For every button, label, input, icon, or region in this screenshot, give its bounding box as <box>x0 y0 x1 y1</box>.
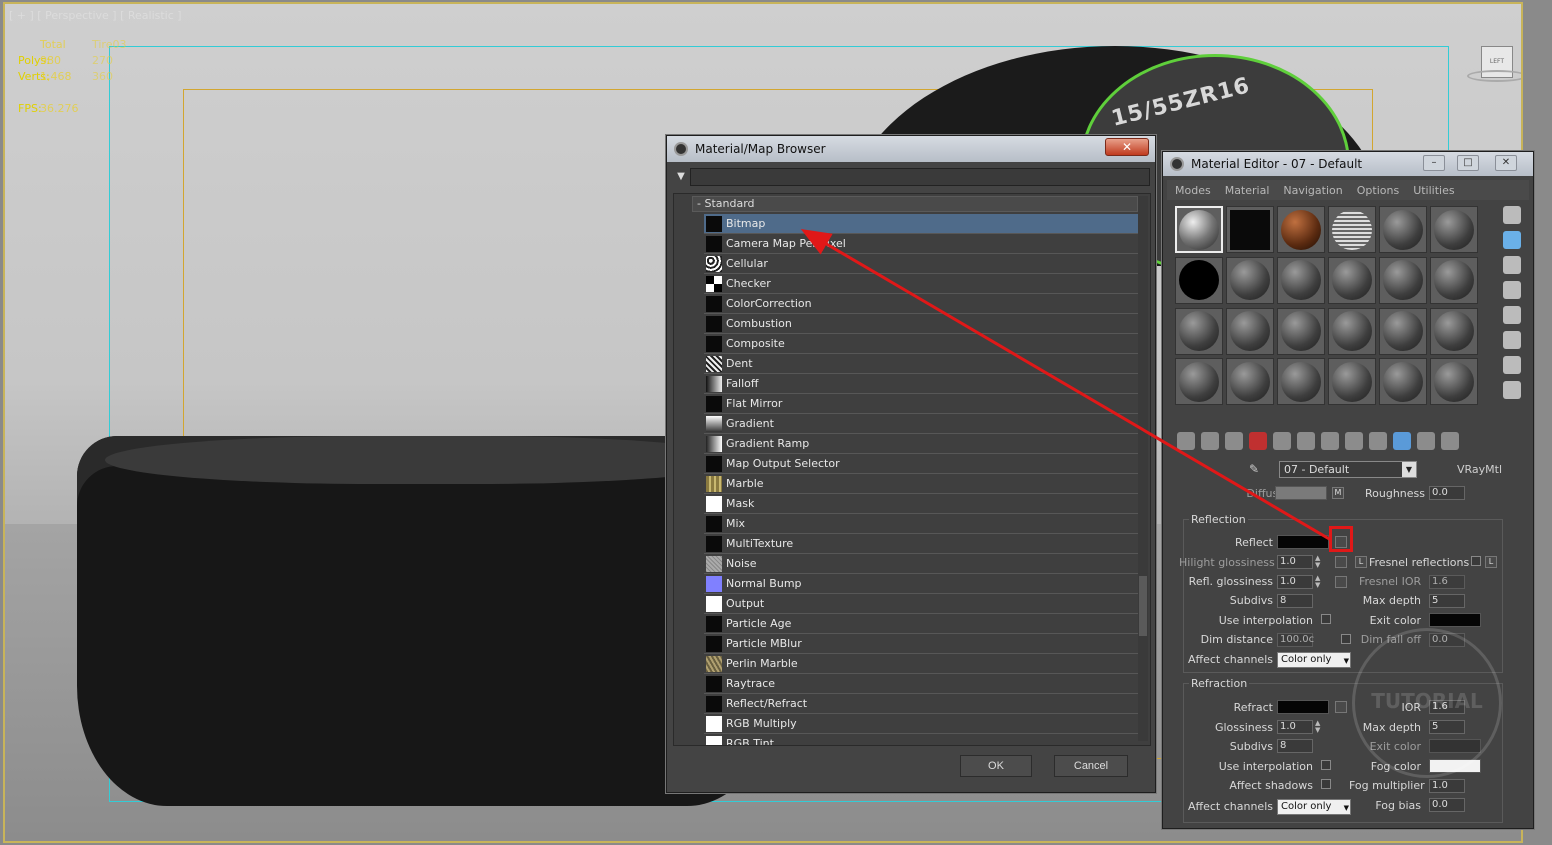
arrow-line <box>800 228 1332 542</box>
annotation-arrow <box>800 228 1332 542</box>
screen: 15/55ZR16 [ + ] [ Perspective ] [ Realis… <box>0 0 1552 845</box>
